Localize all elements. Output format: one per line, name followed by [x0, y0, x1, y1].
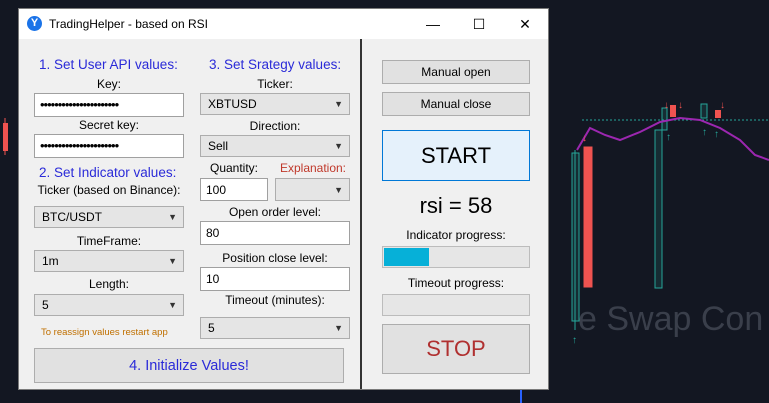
svg-text:↓: ↓ — [582, 133, 587, 144]
initialize-values-button[interactable]: 4. Initialize Values! — [34, 348, 344, 383]
timeframe-label: TimeFrame: — [76, 234, 142, 248]
timeframe-value: 1m — [42, 254, 59, 268]
close-button[interactable]: ✕ — [502, 9, 548, 39]
direction-select[interactable]: Sell ▼ — [200, 135, 350, 157]
start-label: START — [420, 142, 492, 168]
direction-label: Direction: — [249, 119, 301, 133]
panel-divider — [360, 39, 362, 389]
svg-text:↑: ↑ — [572, 335, 577, 346]
manual-close-label: Manual close — [420, 97, 492, 111]
svg-text:↓: ↓ — [720, 100, 725, 111]
indicator-ticker-value: BTC/USDT — [42, 210, 102, 224]
timeout-progress-label: Timeout progress: — [407, 276, 505, 290]
timeout-value: 5 — [208, 321, 215, 335]
key-label: Key: — [96, 77, 121, 91]
chevron-down-icon: ▼ — [168, 212, 177, 222]
length-label: Length: — [88, 277, 130, 291]
app-window: Y TradingHelper - based on RSI — ☐ ✕ 1. … — [18, 8, 549, 390]
indicator-progress-fill — [384, 248, 429, 266]
strategy-header: 3. Set Srategy values: — [209, 57, 342, 72]
timeout-progress-bar — [382, 294, 530, 316]
manual-open-button[interactable]: Manual open — [382, 60, 530, 84]
candle-down — [583, 146, 593, 288]
timeout-label: Timeout (minutes): — [225, 293, 325, 307]
chevron-down-icon: ▼ — [334, 99, 343, 109]
svg-text:↑: ↑ — [702, 127, 707, 138]
stop-label: STOP — [426, 336, 486, 361]
chevron-down-icon: ▼ — [168, 256, 177, 266]
start-button[interactable]: START — [382, 130, 530, 181]
svg-text:↑: ↑ — [666, 132, 671, 143]
watermark-text: e Swap Con — [578, 300, 763, 338]
quantity-label: Quantity: — [209, 161, 259, 175]
svg-text:↓: ↓ — [664, 100, 669, 111]
length-value: 5 — [42, 298, 49, 312]
candle-up — [571, 152, 580, 322]
strategy-ticker-select[interactable]: XBTUSD ▼ — [200, 93, 350, 115]
close-level-label: Position close level: — [222, 251, 328, 265]
strategy-ticker-value: XBTUSD — [208, 97, 257, 111]
candle-up — [654, 129, 663, 289]
api-header: 1. Set User API values: — [39, 57, 178, 72]
manual-open-label: Manual open — [421, 65, 491, 79]
explanation-select[interactable]: ▼ — [275, 178, 350, 201]
app-logo-icon: Y — [27, 16, 42, 31]
strategy-ticker-label: Ticker: — [257, 77, 293, 91]
indicator-progress-bar — [382, 246, 530, 268]
chevron-down-icon: ▼ — [334, 141, 343, 151]
title-bar[interactable]: Y TradingHelper - based on RSI — ☐ ✕ — [19, 9, 548, 39]
length-select[interactable]: 5 ▼ — [34, 294, 184, 316]
chevron-down-icon: ▼ — [334, 184, 343, 195]
window-title: TradingHelper - based on RSI — [49, 17, 208, 31]
timeframe-select[interactable]: 1m ▼ — [34, 250, 184, 272]
indicator-ticker-label: Ticker (based on Binance): — [37, 183, 181, 197]
direction-value: Sell — [208, 139, 229, 153]
maximize-button[interactable]: ☐ — [456, 9, 502, 39]
explanation-label: Explanation: — [279, 161, 347, 175]
indicator-progress-label: Indicator progress: — [406, 228, 506, 242]
indicator-header: 2. Set Indicator values: — [39, 165, 177, 180]
close-level-input[interactable]: 10 — [200, 267, 350, 291]
svg-text:↓: ↓ — [678, 100, 683, 111]
secret-key-label: Secret key: — [78, 118, 140, 132]
chevron-down-icon: ▼ — [168, 300, 177, 310]
initialize-values-label: 4. Initialize Values! — [129, 357, 249, 374]
timeout-select[interactable]: 5 ▼ — [200, 317, 350, 339]
chevron-down-icon: ▼ — [334, 323, 343, 333]
secret-key-input[interactable]: •••••••••••••••••••••• — [34, 134, 184, 158]
api-key-input[interactable]: •••••••••••••••••••••• — [34, 93, 184, 117]
indicator-ticker-select[interactable]: BTC/USDT ▼ — [34, 206, 184, 228]
minimize-button[interactable]: — — [410, 9, 456, 39]
rsi-value-text: rsi = 58 — [419, 193, 493, 218]
restart-note: To reassign values restart app — [41, 327, 168, 338]
manual-close-button[interactable]: Manual close — [382, 92, 530, 116]
svg-text:↑: ↑ — [714, 129, 719, 140]
stop-button[interactable]: STOP — [382, 324, 530, 374]
quantity-input[interactable]: 100 — [200, 178, 268, 201]
open-level-label: Open order level: — [228, 205, 322, 219]
open-level-input[interactable]: 80 — [200, 221, 350, 245]
